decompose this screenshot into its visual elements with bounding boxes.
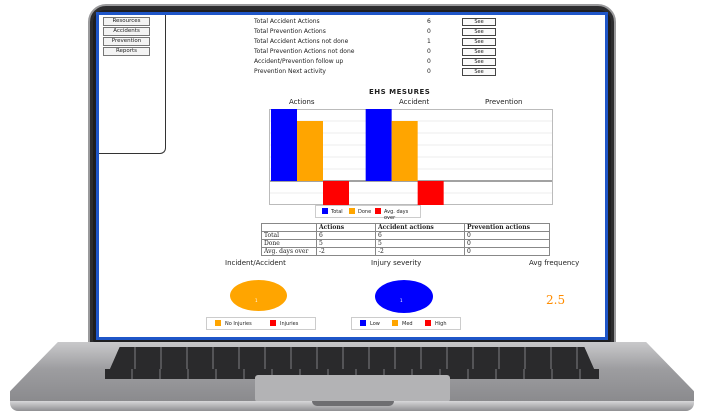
summary-row-label: Total Prevention Actions not done xyxy=(254,48,355,55)
app-screen: Resources Accidents Prevention Reports T… xyxy=(96,12,608,340)
see-button[interactable]: See xyxy=(462,48,496,56)
incident-pie-chart: 1 xyxy=(230,280,287,311)
table-row: Total 6 6 0 xyxy=(261,231,550,240)
legend-label: Low xyxy=(370,321,380,327)
legend-label: Med xyxy=(402,321,413,327)
legend-swatch-no-injuries xyxy=(215,320,221,326)
summary-row-count: 6 xyxy=(427,18,431,25)
see-button[interactable]: See xyxy=(462,68,496,76)
pie-slice-label: 1 xyxy=(400,298,403,303)
chart-bar xyxy=(417,181,444,205)
legend-label: Avg. days over xyxy=(384,209,409,221)
chart-group-title: Prevention xyxy=(485,98,523,106)
legend-label: No Injuries xyxy=(225,321,252,327)
table-cell: 0 xyxy=(464,239,550,248)
summary-row-count: 0 xyxy=(427,58,431,65)
table-header xyxy=(261,223,317,232)
summary-row-label: Accident/Prevention follow up xyxy=(254,58,344,65)
summary-row-count: 0 xyxy=(427,48,431,55)
chart-bar xyxy=(271,109,297,181)
pie2-title: Injury severity xyxy=(371,259,422,267)
summary-row: Total Prevention Actions not done 0 See xyxy=(254,47,554,57)
table-cell: 5 xyxy=(316,239,376,248)
summary-row: Total Prevention Actions 0 See xyxy=(254,27,554,37)
summary-row: Accident/Prevention follow up 0 See xyxy=(254,57,554,67)
measures-title: EHS MESURES xyxy=(369,88,431,96)
table-row: Avg. days over -2 -2 0 xyxy=(261,247,550,256)
table-header-row: Actions Accident actions Prevention acti… xyxy=(261,223,550,232)
sidebar-item-reports[interactable]: Reports xyxy=(103,47,150,56)
sidebar-item-prevention[interactable]: Prevention xyxy=(103,37,150,46)
trackpad xyxy=(255,375,450,402)
table-cell: 6 xyxy=(375,231,465,240)
table-cell: Avg. days over xyxy=(261,247,317,256)
table-header: Prevention actions xyxy=(464,223,550,232)
summary-row-label: Total Accident Actions not done xyxy=(254,38,349,45)
chart-bar xyxy=(323,181,349,205)
table-cell: -2 xyxy=(375,247,465,256)
legend-label: High xyxy=(435,321,447,327)
legend-label: Done xyxy=(358,209,372,215)
summary-row: Total Accident Actions 6 See xyxy=(254,17,554,27)
summary-row: Prevention Next activity 0 See xyxy=(254,67,554,77)
pie-slice-label: 1 xyxy=(255,298,258,303)
pie2-legend: Low Med High xyxy=(351,317,461,330)
table-cell: -2 xyxy=(316,247,376,256)
legend-swatch-done xyxy=(349,208,355,214)
legend-swatch-total xyxy=(322,208,328,214)
legend-swatch-avg-days xyxy=(375,208,381,214)
table-header: Actions xyxy=(316,223,376,232)
legend-swatch-med xyxy=(392,320,398,326)
ehs-bar-chart xyxy=(269,109,553,205)
summary-row: Total Accident Actions not done 1 See xyxy=(254,37,554,47)
summary-row-count: 0 xyxy=(427,68,431,75)
table-row: Done 5 5 0 xyxy=(261,239,550,248)
legend-swatch-low xyxy=(360,320,366,326)
summary-row-count: 1 xyxy=(427,38,431,45)
chart-bar xyxy=(365,109,392,181)
legend-swatch-injuries xyxy=(270,320,276,326)
laptop-notch xyxy=(312,401,394,406)
table-cell: 6 xyxy=(316,231,376,240)
see-button[interactable]: See xyxy=(462,18,496,26)
sidebar-item-resources[interactable]: Resources xyxy=(103,17,150,26)
legend-label: Total xyxy=(331,209,343,215)
keyboard xyxy=(110,347,594,369)
table-cell: Done xyxy=(261,239,317,248)
table-cell: 0 xyxy=(464,247,550,256)
table-cell: 0 xyxy=(464,231,550,240)
pie1-title: Incident/Accident xyxy=(225,259,286,267)
chart-bar xyxy=(391,121,418,181)
legend-label: Injuries xyxy=(280,321,299,327)
chart-legend: Total Done Avg. days over xyxy=(315,205,421,221)
summary-row-label: Total Prevention Actions xyxy=(254,28,326,35)
summary-row-label: Prevention Next activity xyxy=(254,68,326,75)
see-button[interactable]: See xyxy=(462,38,496,46)
legend-swatch-high xyxy=(425,320,431,326)
sidebar-item-accidents[interactable]: Accidents xyxy=(103,27,150,36)
see-button[interactable]: See xyxy=(462,58,496,66)
chart-bar xyxy=(297,121,323,181)
chart-group-title: Actions xyxy=(289,98,315,106)
table-cell: 5 xyxy=(375,239,465,248)
sidebar: Resources Accidents Prevention Reports xyxy=(99,15,166,154)
summary-row-label: Total Accident Actions xyxy=(254,18,320,25)
summary-row-count: 0 xyxy=(427,28,431,35)
chart-group-title: Accident xyxy=(399,98,430,106)
frequency-title: Avg frequency xyxy=(529,259,580,267)
pie1-legend: No Injuries Injuries xyxy=(206,317,316,330)
frequency-value: 2.5 xyxy=(546,293,566,307)
see-button[interactable]: See xyxy=(462,28,496,36)
severity-pie-chart: 1 xyxy=(375,280,433,313)
table-header: Accident actions xyxy=(375,223,465,232)
actions-table: Actions Accident actions Prevention acti… xyxy=(261,223,550,256)
table-cell: Total xyxy=(261,231,317,240)
